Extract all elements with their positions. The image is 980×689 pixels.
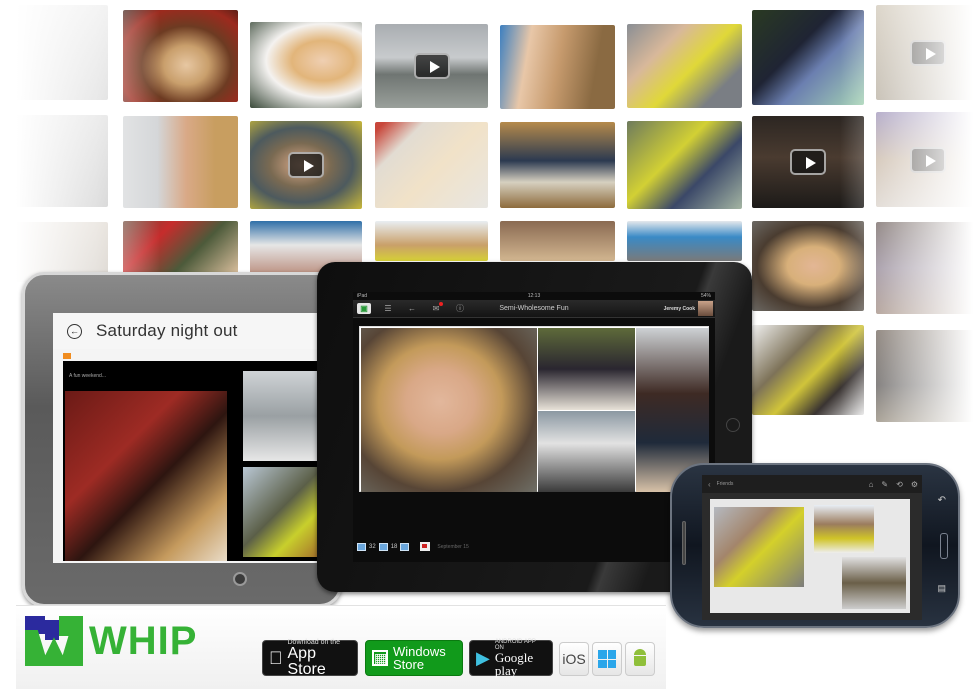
windows-store-bag-icon: ▦ [372,650,388,666]
album-photos: A fun weekend... [63,361,343,561]
play-icon[interactable] [910,146,946,173]
windows-platform-badge[interactable] [592,642,622,676]
list-icon[interactable]: ☰ [381,303,395,314]
photo-tile[interactable] [500,122,615,208]
photo-tile[interactable] [876,112,980,207]
windows-home-button[interactable] [233,572,247,586]
avatar[interactable] [698,301,713,316]
ios-platform-badge[interactable]: iOS [559,642,589,676]
windows-tablet-screen: ← Saturday night out A fun weekend... [53,313,343,563]
photo-count: 32 [369,543,376,550]
flag-icon[interactable] [420,542,431,551]
play-icon[interactable] [288,152,324,178]
album-photos [359,326,709,492]
play-icon[interactable] [413,53,450,79]
back-arrow-icon[interactable]: ← [67,323,82,339]
play-icon[interactable] [910,39,946,66]
video-icon[interactable] [378,542,388,551]
back-arrow-icon[interactable]: ‹ [708,480,711,489]
apple-icon:  [269,648,283,669]
photo-tile[interactable] [752,221,864,311]
settings-icon[interactable]: ⚙ [911,480,918,489]
photo-tile[interactable] [627,24,742,108]
photo-tile[interactable] [752,10,864,105]
user-name[interactable]: Jeremy Cook [664,306,695,312]
photo-tile[interactable] [500,25,615,109]
whip-logo[interactable]: WHIP [25,616,197,666]
app-toolbar: ▣ ☰ ← ✉ ⓘ Semi-Wholesome Fun Jeremy Cook [353,300,715,318]
ipad-home-button[interactable] [726,418,740,432]
video-count: 18 [390,543,398,550]
photo-tile[interactable] [876,222,980,314]
album-photo[interactable] [538,411,635,492]
battery-level: 54% [700,293,711,299]
album-photo[interactable] [538,328,635,410]
photo-tile[interactable] [0,115,108,207]
album-photo[interactable] [842,557,906,609]
brand-name: WHIP [89,618,198,663]
photo-tile[interactable] [752,116,864,208]
photo-icon[interactable] [357,542,366,551]
photo-tile[interactable] [876,5,980,100]
app-store-button[interactable]:  Download on the App Store [262,639,358,677]
promo-banner: ← Saturday night out A fun weekend... iP… [0,0,980,689]
album-header: ← Saturday night out [53,313,343,349]
phone-home-button[interactable] [940,533,948,559]
album-caption: A fun weekend... [69,373,106,379]
album-title: Semi-Wholesome Fun [499,305,569,312]
photo-tile[interactable] [627,221,742,261]
photo-tile[interactable] [500,221,615,261]
play-icon[interactable] [790,149,826,175]
back-arrow-icon[interactable]: ← [405,303,419,314]
phone-speaker [682,521,686,565]
android-platform-badge[interactable] [625,642,655,676]
add-photo-icon[interactable] [400,542,410,551]
windows-tablet-device: ← Saturday night out A fun weekend... [22,272,343,607]
photo-tile[interactable] [752,325,864,415]
album-date: September 15 [437,543,469,550]
album-title: Saturday night out [96,321,238,340]
share-icon[interactable]: ⟲ [896,480,903,489]
album-photo[interactable] [361,328,537,492]
info-icon[interactable]: ⓘ [453,303,467,314]
photo-tile[interactable] [250,22,362,108]
device-label: iPad [357,293,368,299]
status-bar: iPad 12:13 54% [353,292,715,300]
photo-tile[interactable] [123,10,238,102]
album-photo[interactable] [65,391,227,561]
home-icon[interactable]: ⌂ [869,480,874,489]
album-photo[interactable] [814,505,874,553]
google-play-button[interactable]: ▶ ANDROID APP ON Google play [469,639,553,677]
back-button-icon[interactable]: ↶ [938,495,946,506]
album-photo[interactable] [714,507,804,587]
ipad-screen: iPad 12:13 54% ▣ ☰ ← ✉ ⓘ Semi-Wholesome … [353,292,715,562]
photo-tile[interactable] [123,116,238,208]
photo-tile[interactable] [250,121,362,209]
edit-icon[interactable]: ✎ [881,480,888,489]
menu-button-icon[interactable]: ▤ [937,583,946,594]
album-icon[interactable]: ▣ [357,303,371,314]
photo-tile[interactable] [0,5,108,100]
album-photos [710,499,910,613]
photo-tile[interactable] [876,330,980,422]
screen-title: Friends [716,481,734,487]
whip-logo-mark-icon [25,616,83,666]
status-time: 12:13 [527,293,541,299]
photo-tile[interactable] [375,122,488,208]
tag-icon [63,353,71,359]
app-toolbar: ‹ Friends ⌂ ✎ ⟲ ⚙ [702,475,922,493]
album-stats-bar: 32 18 September 15 [357,542,469,551]
notifications-icon[interactable]: ✉ [429,302,443,314]
windows-store-button[interactable]: ▦ Windows Store [365,640,463,676]
android-phone-device: ‹ Friends ⌂ ✎ ⟲ ⚙ ↶ ▤ [670,463,960,628]
photo-tile[interactable] [123,221,238,277]
photo-tile[interactable] [375,24,488,108]
photo-tile[interactable] [627,121,742,209]
windows-logo-icon [598,650,616,668]
google-play-icon: ▶ [476,647,490,668]
photo-tile[interactable] [375,221,488,261]
android-icon [632,649,648,669]
phone-screen: ‹ Friends ⌂ ✎ ⟲ ⚙ [702,475,922,620]
